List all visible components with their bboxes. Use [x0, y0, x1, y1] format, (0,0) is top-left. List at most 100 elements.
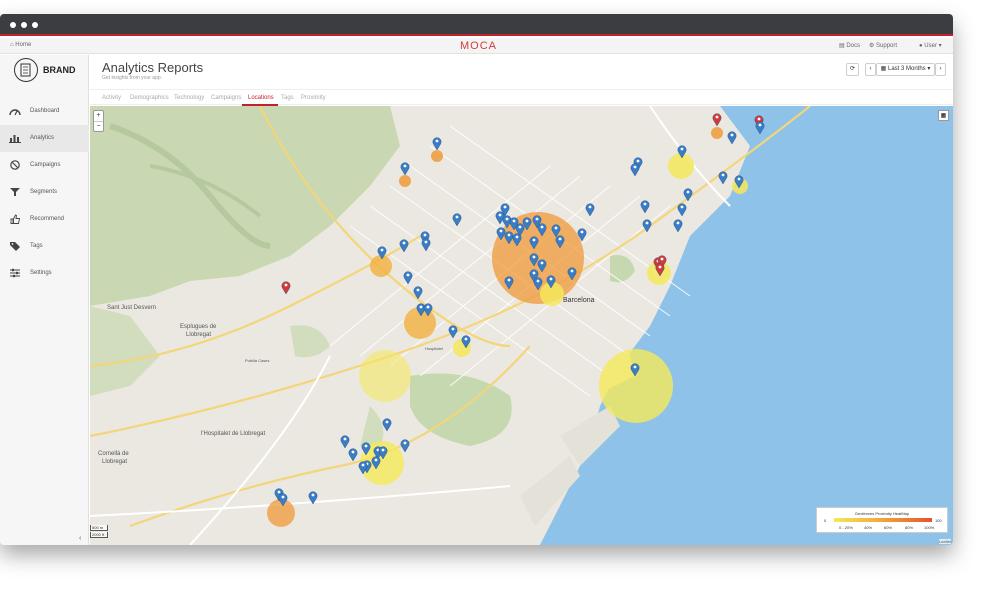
sidebar-item-campaigns[interactable]: Campaigns — [0, 152, 89, 179]
map-marker-dot — [549, 277, 553, 281]
map-marker-dot — [633, 165, 637, 169]
map-marker-dot — [532, 255, 536, 259]
map-marker-dot — [381, 448, 385, 452]
map-marker-dot — [374, 458, 378, 462]
tag-icon — [10, 242, 20, 251]
map-label-esplugues-2: Llobregat — [186, 332, 212, 338]
map-marker-dot — [645, 221, 649, 225]
top-navbar: ⌂ Home MOCA ▤ Docs ⚙ Support ● User ▾ — [0, 38, 953, 54]
sliders-icon — [10, 268, 20, 278]
refresh-button[interactable]: ⟳ — [846, 63, 859, 76]
user-label: User — [924, 43, 937, 49]
map-marker-dot — [284, 283, 288, 287]
sidebar-item-segments[interactable]: Segments — [0, 179, 89, 206]
map-marker-dot — [361, 463, 365, 467]
map-scale: 500 m 2000 ft — [90, 525, 108, 539]
map-label-sant-just: Sant Just Desvern — [107, 305, 157, 311]
tab-activity[interactable]: Activity — [102, 95, 121, 101]
calendar-icon: ▦ — [880, 66, 887, 72]
map-attribution[interactable]: Leaflet — [938, 539, 951, 544]
docs-link[interactable]: ▤ Docs — [839, 42, 860, 49]
window-dot-close[interactable] — [10, 22, 16, 28]
tab-demographics[interactable]: Demographics — [130, 95, 169, 101]
map-marker-dot — [507, 233, 511, 237]
legend-title: Geofences Proximity HeatMap — [854, 511, 910, 516]
docs-label: Docs — [846, 43, 861, 49]
map-marker-dot — [558, 237, 562, 241]
brand-name: BRAND — [43, 65, 76, 75]
date-range-label: Last 3 Months — [887, 66, 926, 72]
map-marker-dot — [416, 288, 420, 292]
map-marker-dot — [464, 337, 468, 341]
collapse-sidebar-icon[interactable]: ‹ — [79, 535, 81, 542]
map-marker-dot — [540, 261, 544, 265]
gauge-icon — [9, 109, 21, 116]
sidebar-item-tags[interactable]: Tags — [0, 233, 89, 260]
map-marker-dot — [518, 225, 522, 229]
map-marker-dot — [758, 123, 762, 127]
sidebar-item-label: Recommend — [30, 216, 65, 222]
map-marker-dot — [636, 159, 640, 163]
tab-locations[interactable]: Locations — [248, 95, 274, 101]
scale-metric: 500 m — [90, 525, 108, 531]
date-range-button[interactable]: ▦ Last 3 Months ▾ — [876, 63, 935, 76]
map-marker-dot — [580, 230, 584, 234]
user-menu[interactable]: ● User ▾ — [919, 42, 942, 49]
map-marker-dot — [419, 305, 423, 309]
tab-technology[interactable]: Technology — [174, 95, 204, 101]
map-marker-dot — [588, 205, 592, 209]
map-marker-dot — [424, 240, 428, 244]
next-range-button[interactable]: › — [935, 63, 946, 76]
map-marker-dot — [505, 217, 509, 221]
map-marker-dot — [311, 493, 315, 497]
map-calendar-icon[interactable]: ▦ — [938, 110, 949, 121]
zoom-out-button[interactable]: − — [94, 122, 103, 132]
brand[interactable]: BRAND — [0, 55, 89, 86]
sidebar-item-label: Segments — [30, 189, 58, 195]
sidebar-item-recommend[interactable]: Recommend — [0, 206, 89, 233]
building-icon — [14, 58, 38, 82]
legend-tick: 0 - 20% — [839, 525, 853, 530]
sidebar-item-label: Analytics — [30, 135, 55, 141]
screenshot-stage: ⌂ Home MOCA ▤ Docs ⚙ Support ● User ▾ BR… — [0, 0, 1000, 607]
tab-bar: Activity Demographics Technology Campaig… — [90, 89, 953, 106]
home-link[interactable]: ⌂ Home — [10, 42, 31, 48]
heatmap-map[interactable]: + − ▦ Barcelona Sant Just Desvern Esplug… — [90, 106, 953, 545]
tab-proximity[interactable]: Proximity — [301, 95, 326, 101]
map-label-cornella-2: Llobregat — [102, 459, 128, 465]
sidebar-item-label: Settings — [30, 270, 52, 276]
page-subtitle: Get insights from your app. — [102, 75, 163, 81]
map-marker-dot — [757, 117, 761, 121]
map-marker-dot — [730, 133, 734, 137]
sidebar-item-settings[interactable]: Settings — [0, 260, 89, 287]
legend-gradient — [834, 518, 932, 522]
map-marker-dot — [507, 278, 511, 282]
map-marker-dot — [423, 233, 427, 237]
filter-icon — [10, 188, 20, 196]
map-marker-dot — [435, 139, 439, 143]
map-marker-dot — [364, 444, 368, 448]
tab-tags[interactable]: Tags — [281, 95, 294, 101]
zoom-in-button[interactable]: + — [94, 111, 103, 122]
map-marker-dot — [351, 450, 355, 454]
map-label-cornella-1: Cornellà de — [98, 451, 129, 457]
moca-logo[interactable]: MOCA — [460, 40, 497, 52]
home-label: Home — [15, 42, 32, 48]
prev-range-button[interactable]: ‹ — [865, 63, 876, 76]
map-marker-dot — [406, 273, 410, 277]
legend-tick: 100% — [924, 525, 935, 530]
tab-campaigns[interactable]: Campaigns — [211, 95, 241, 101]
window-dot-maximize[interactable] — [32, 22, 38, 28]
map-marker-dot — [737, 177, 741, 181]
sidebar-item-dashboard[interactable]: Dashboard — [0, 98, 89, 125]
zoom-control: + − — [93, 110, 104, 132]
sidebar-item-label: Campaigns — [30, 162, 61, 168]
sidebar-item-analytics[interactable]: Analytics — [0, 125, 89, 152]
support-link[interactable]: ⚙ Support — [869, 42, 897, 49]
bar-chart-icon — [9, 135, 21, 143]
map-marker-dot — [554, 226, 558, 230]
map-marker-dot — [455, 215, 459, 219]
heatmap-legend: Geofences Proximity HeatMap 0 100 0 - 20… — [816, 507, 948, 533]
legend-max: 100 — [935, 518, 942, 523]
window-dot-minimize[interactable] — [21, 22, 27, 28]
